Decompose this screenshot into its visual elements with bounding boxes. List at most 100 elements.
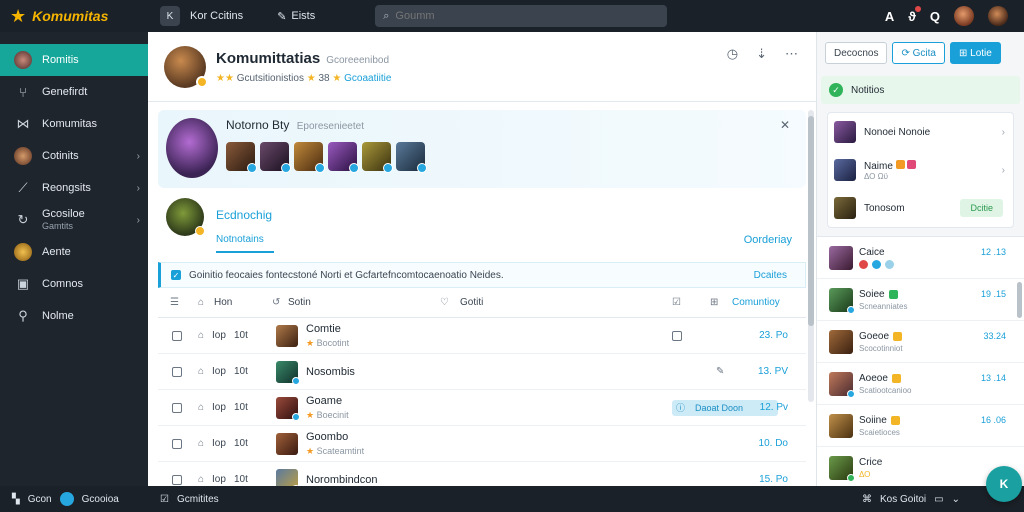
- right-button-1[interactable]: Decocnos: [825, 42, 888, 64]
- sidebar-item-romitis[interactable]: Romitis: [0, 44, 148, 76]
- right-button-2[interactable]: ⟳ Gcita: [892, 42, 945, 64]
- row-checkbox[interactable]: [172, 402, 182, 413]
- sidebar-item-aente[interactable]: Aente: [0, 236, 148, 268]
- table-row[interactable]: ⌂ Iop 10t Nosombis ✎ 13. PV: [158, 354, 806, 390]
- table-row[interactable]: ⌂ Iop 10t Norombindcon 15. Po: [158, 462, 806, 486]
- app-box[interactable]: K: [160, 6, 180, 26]
- checkbox-icon[interactable]: ☑: [160, 494, 169, 505]
- list-item[interactable]: Caice 12 .13: [817, 237, 1024, 279]
- row-avatar: [276, 468, 300, 486]
- header-col-2[interactable]: Sotin: [288, 297, 311, 308]
- thumbnail[interactable]: [226, 142, 257, 173]
- table-header: ☰ ⌂ Hon ↺ Sotin ♡ Gotiti ☑ ⊞ Comuntioy: [158, 288, 806, 318]
- user-avatar[interactable]: [954, 6, 974, 26]
- row-value: 10. Do: [758, 438, 788, 449]
- sidebar-item-comnos[interactable]: ▣ Comnos: [0, 268, 148, 300]
- sidebar-item-cotinits[interactable]: Cotinits ›: [0, 140, 148, 172]
- item-sub: ΔΟ: [859, 469, 871, 479]
- header-col-4[interactable]: Comuntioy: [732, 297, 780, 308]
- list-item[interactable]: Soiine Scaietioces 16 .06: [817, 405, 1024, 447]
- bottom-left-label[interactable]: Gcon: [28, 494, 52, 505]
- edit-icon[interactable]: ☑: [672, 297, 681, 308]
- tab-notnotains[interactable]: Notnotains: [216, 234, 274, 253]
- bottom-left-label-2[interactable]: Gcooioa: [82, 494, 119, 505]
- right-button-3[interactable]: ⊞ Lotie: [949, 42, 1001, 64]
- row-name[interactable]: Norombindcon: [306, 474, 378, 486]
- item-avatar: [834, 121, 856, 143]
- row-cell: 10t: [234, 402, 248, 413]
- thumbnail[interactable]: [328, 142, 359, 173]
- events-link[interactable]: ✎ Eists: [277, 10, 315, 23]
- search-bar[interactable]: ⌕: [375, 5, 668, 27]
- list-item[interactable]: Aoeoe Scatiootcanioo 13 .14: [817, 363, 1024, 405]
- badge-icon: [847, 473, 855, 482]
- app-label[interactable]: Kor Ccitins: [190, 10, 243, 22]
- row-checkbox[interactable]: [172, 474, 182, 485]
- sidebar-item-gcosiloe[interactable]: ↻ Gcosiloe Gamtits ›: [0, 204, 148, 236]
- list-item[interactable]: Naime ΔΟ Ωϋ ›: [828, 151, 1013, 189]
- close-icon[interactable]: ✕: [780, 118, 790, 132]
- notification-bar[interactable]: ✓ Notitios: [821, 76, 1020, 104]
- notice-link[interactable]: Dcaites: [754, 270, 787, 281]
- main-scrollbar[interactable]: [808, 110, 814, 402]
- sidebar-item-label: Aente: [42, 246, 71, 258]
- search-input[interactable]: [395, 10, 646, 22]
- edit-pen-icon[interactable]: ✎: [716, 366, 724, 377]
- row-name[interactable]: Goombo: [306, 431, 348, 443]
- badge-icon: [315, 163, 325, 173]
- brand[interactable]: ★ Komumitas: [0, 7, 148, 25]
- star-logo-icon: ★: [10, 6, 27, 26]
- right-scrollbar[interactable]: [1017, 282, 1022, 318]
- item-action-button[interactable]: Dcitie: [960, 199, 1003, 217]
- row-name[interactable]: Goame: [306, 395, 342, 407]
- header-col-1[interactable]: Hon: [214, 297, 232, 308]
- more-icon[interactable]: ⋯: [785, 46, 798, 62]
- sidebar-item-genefirdt[interactable]: ⑂ Genefirdt: [0, 76, 148, 108]
- main-scrollbar-thumb[interactable]: [808, 116, 814, 326]
- header-col-3[interactable]: Gotiti: [460, 297, 483, 308]
- bottom-mid-label[interactable]: Gcmitites: [177, 494, 219, 505]
- profile-avatar[interactable]: [164, 45, 208, 88]
- help-icon[interactable]: Q: [930, 9, 940, 24]
- list-item[interactable]: Tonosom Dcitie: [828, 189, 1013, 227]
- sidebar-item-komumitas[interactable]: ⋈ Komumitas: [0, 108, 148, 140]
- account-icon[interactable]: A: [885, 9, 894, 24]
- upload-icon[interactable]: ⇣: [756, 46, 767, 62]
- row-name[interactable]: Nosombis: [306, 366, 355, 378]
- thumbnail[interactable]: [260, 142, 291, 173]
- floating-action-button[interactable]: K: [986, 466, 1022, 502]
- sidebar-item-nolme[interactable]: ⚲ Nolme: [0, 300, 148, 332]
- row-checkbox[interactable]: [172, 366, 182, 377]
- profile-meta-right[interactable]: Gcoaatiitie: [344, 73, 391, 84]
- list-icon[interactable]: ☰: [170, 297, 179, 308]
- thumbnail[interactable]: [294, 142, 325, 173]
- notification-icon[interactable]: ϑ: [908, 5, 921, 24]
- list-item[interactable]: Goeoe Scocotinniot 33.24: [817, 321, 1024, 363]
- row-name[interactable]: Comtie: [306, 323, 341, 335]
- row-checkbox-2[interactable]: [672, 330, 682, 341]
- grid-icon[interactable]: ▚: [12, 494, 20, 505]
- chat-icon[interactable]: ▭: [934, 494, 943, 505]
- thumbnail[interactable]: [362, 142, 393, 173]
- featured-avatar[interactable]: [166, 118, 218, 178]
- clock-icon[interactable]: ◷: [727, 46, 738, 62]
- list-item[interactable]: Soiee Scneanniates 19 .15: [817, 279, 1024, 321]
- home-icon: ⌂: [198, 366, 205, 377]
- row-checkbox[interactable]: [172, 330, 182, 341]
- row-checkbox[interactable]: [172, 438, 182, 449]
- profile-subtitle: Gcoreeenibod: [326, 54, 390, 66]
- table-row[interactable]: ⌂ Iop 10t Goombo ★ Scateamtint 10. Do: [158, 426, 806, 462]
- tag-icon: ⌘: [862, 493, 873, 505]
- badge-icon: [888, 289, 898, 299]
- list-item[interactable]: Nonoei Nonoie ›: [828, 113, 1013, 151]
- section-right-link[interactable]: Oorderiay: [744, 234, 792, 246]
- user-avatar-2[interactable]: [988, 6, 1008, 26]
- bottom-right-label[interactable]: Kos Goitoi: [880, 494, 926, 505]
- thumbnail[interactable]: [396, 142, 427, 173]
- right-button-3-label: Lotie: [970, 47, 992, 59]
- table-row[interactable]: ⌂ Iop 10t Goame ★ Boecinit ⓘ Daoat Doon 1…: [158, 390, 806, 426]
- table-row[interactable]: ⌂ Iop 10t Comtie ★ Bocotint 23. Po: [158, 318, 806, 354]
- section-avatar[interactable]: [166, 198, 205, 236]
- sidebar-item-reongsits[interactable]: ⟋ Reongsits ›: [0, 172, 148, 204]
- chevron-down-icon[interactable]: ⌄: [952, 494, 960, 505]
